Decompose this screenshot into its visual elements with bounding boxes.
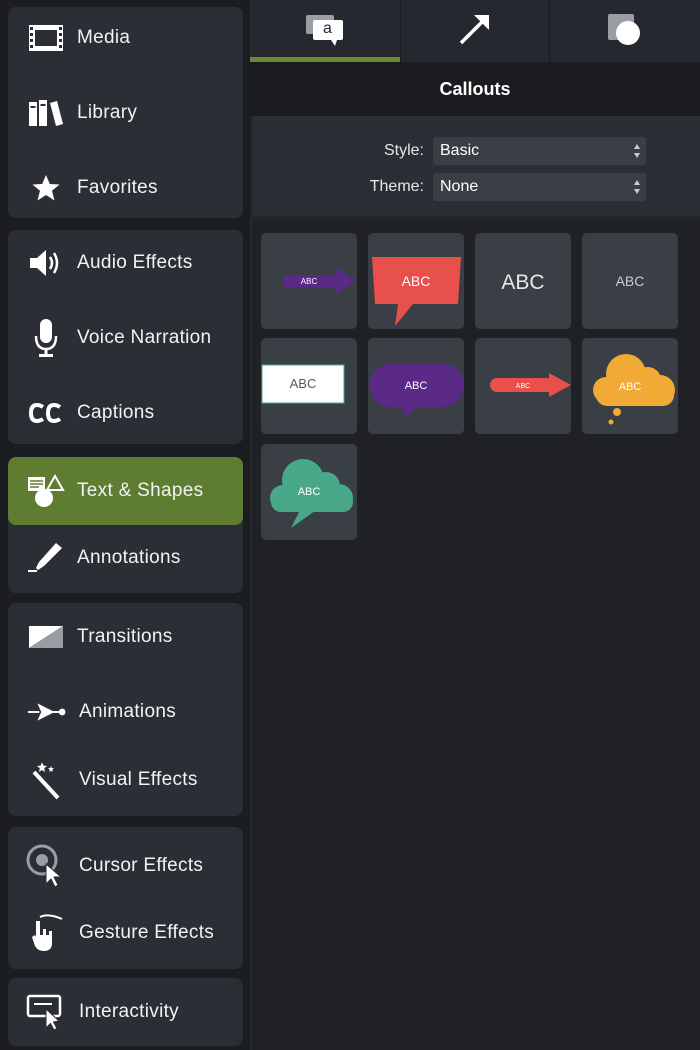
- callout-text: ABC: [402, 273, 431, 289]
- sidebar-item-label: Voice Narration: [77, 327, 212, 348]
- callout-text: ABC: [405, 380, 428, 392]
- sidebar-group-text: Text & Shapes Annotations: [8, 457, 243, 593]
- sidebar-group-interactivity: Interactivity: [8, 978, 243, 1046]
- sidebar-item-label: Transitions: [77, 626, 173, 647]
- theme-label: Theme:: [369, 178, 424, 195]
- cc-icon: [26, 393, 66, 433]
- callout-tile-thought-orange[interactable]: ABC: [582, 338, 678, 434]
- sidebar-group-media: Media Library Favorites: [8, 7, 243, 218]
- sidebar-item-label: Captions: [77, 402, 155, 423]
- sidebar-item-audio-effects[interactable]: Audio Effects: [8, 232, 243, 294]
- text-shapes-icon: [26, 471, 66, 511]
- sidebar-item-voice-narration[interactable]: Voice Narration: [8, 307, 243, 369]
- callout-text: ABC: [298, 486, 321, 498]
- callout-text: ABC: [290, 376, 317, 391]
- callout-text: ABC: [516, 383, 530, 390]
- sidebar-group-audio: Audio Effects Voice Narration Captions: [8, 230, 243, 444]
- sidebar-item-label: Media: [77, 27, 131, 48]
- film-strip-icon: [26, 18, 66, 58]
- select-arrows-icon: [634, 180, 640, 194]
- style-label: Style:: [383, 142, 424, 159]
- sidebar: Media Library Favorites Audio Effects Vo…: [0, 0, 250, 1050]
- sidebar-item-label: Library: [77, 102, 138, 123]
- callout-tile-text-large[interactable]: ABC: [475, 233, 571, 329]
- callout-tile-box-white[interactable]: ABC: [261, 338, 357, 434]
- sidebar-item-captions[interactable]: Captions: [8, 382, 243, 444]
- sidebar-item-interactivity[interactable]: Interactivity: [8, 981, 243, 1043]
- theme-value: None: [440, 178, 479, 195]
- sidebar-item-media[interactable]: Media: [8, 7, 243, 69]
- gesture-hand-icon: [26, 913, 66, 953]
- sidebar-group-cursor: Cursor Effects Gesture Effects: [8, 827, 243, 969]
- sidebar-item-label: Audio Effects: [77, 252, 193, 273]
- arrow-icon: [458, 12, 492, 51]
- callout-gallery: ABC ABC ABC ABC ABC ABC ABC ABC ABC: [253, 219, 700, 1050]
- sidebar-item-library[interactable]: Library: [8, 82, 243, 144]
- sidebar-item-visual-effects[interactable]: Visual Effects: [8, 749, 243, 811]
- magic-wand-icon: [26, 760, 66, 800]
- callout-tile-speech-cloud-teal[interactable]: ABC: [261, 444, 357, 540]
- callout-text: ABC: [619, 381, 642, 393]
- callout-tile-arrow-red[interactable]: ABC: [475, 338, 571, 434]
- callout-text: ABC: [616, 273, 645, 289]
- sidebar-item-label: Interactivity: [79, 1001, 179, 1022]
- sidebar-item-cursor-effects[interactable]: Cursor Effects: [8, 835, 243, 897]
- sidebar-item-label: Gesture Effects: [79, 922, 215, 943]
- callout-tile-speech-purple[interactable]: ABC: [368, 338, 464, 434]
- filter-controls: Style: Basic Theme: None: [253, 116, 700, 216]
- shape-icon: [606, 12, 644, 51]
- style-select[interactable]: Basic: [433, 137, 646, 165]
- sidebar-item-transitions[interactable]: Transitions: [8, 606, 243, 668]
- style-value: Basic: [440, 142, 480, 159]
- tab-arrows[interactable]: [401, 0, 549, 62]
- sidebar-item-text-shapes[interactable]: Text & Shapes: [8, 457, 243, 525]
- sidebar-item-label: Favorites: [77, 177, 158, 198]
- pen-icon: [26, 538, 66, 578]
- theme-row: Theme: None: [253, 173, 700, 203]
- callout-tile-speech-red[interactable]: ABC: [368, 233, 464, 329]
- sidebar-group-effects: Transitions Animations Visual Effects: [8, 603, 243, 816]
- panel-title: Callouts: [250, 62, 700, 116]
- sidebar-item-label: Cursor Effects: [79, 855, 204, 876]
- books-icon: [26, 93, 66, 133]
- tab-bar: a: [250, 0, 700, 62]
- callouts-panel: a Callouts Style: Basic Theme: None ABC …: [250, 0, 700, 1050]
- callout-text: ABC: [301, 277, 318, 286]
- animation-arrow-icon: [26, 692, 66, 732]
- microphone-icon: [26, 318, 66, 358]
- sidebar-item-label: Visual Effects: [79, 769, 198, 790]
- select-arrows-icon: [634, 144, 640, 158]
- cursor-effect-icon: [26, 844, 66, 888]
- sidebar-item-animations[interactable]: Animations: [8, 681, 243, 743]
- callout-tile-arrow-purple[interactable]: ABC: [261, 233, 357, 329]
- callout-glyph: a: [323, 20, 332, 37]
- callout-text: ABC: [501, 271, 544, 294]
- theme-select[interactable]: None: [433, 173, 646, 201]
- callout-icon: a: [305, 14, 345, 48]
- interactivity-icon: [26, 992, 66, 1032]
- sidebar-item-label: Animations: [79, 701, 176, 722]
- callout-tile-text-small[interactable]: ABC: [582, 233, 678, 329]
- sidebar-item-gesture-effects[interactable]: Gesture Effects: [8, 902, 243, 964]
- sidebar-item-favorites[interactable]: Favorites: [8, 157, 243, 218]
- tab-shapes[interactable]: [550, 0, 700, 62]
- sidebar-item-label: Annotations: [77, 547, 181, 568]
- speaker-icon: [26, 243, 66, 283]
- sidebar-item-label: Text & Shapes: [77, 480, 204, 501]
- star-icon: [26, 168, 66, 208]
- transition-icon: [26, 617, 66, 657]
- style-row: Style: Basic: [253, 137, 700, 167]
- sidebar-item-annotations[interactable]: Annotations: [8, 527, 243, 589]
- tab-callouts[interactable]: a: [250, 0, 400, 62]
